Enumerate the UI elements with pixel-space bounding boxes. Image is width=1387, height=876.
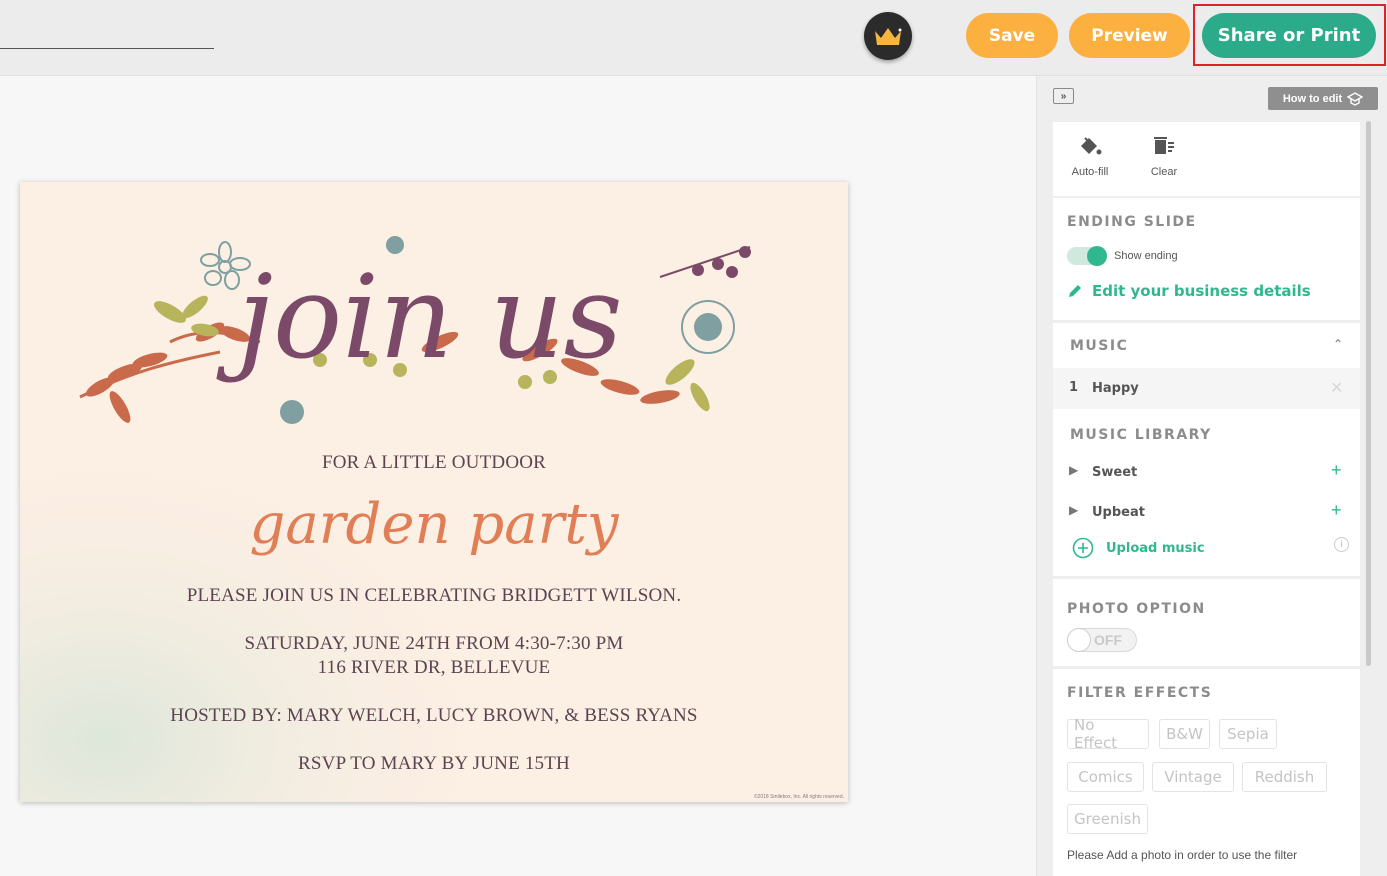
edit-business-label: Edit your business details bbox=[1092, 282, 1311, 300]
card-line-hosts[interactable]: HOSTED BY: MARY WELCH, LUCY BROWN, & BES… bbox=[20, 705, 848, 727]
photo-option-title: PHOTO OPTION bbox=[1067, 601, 1206, 617]
card-line-intro[interactable]: FOR A LITTLE OUTDOOR bbox=[20, 452, 848, 474]
ending-slide-section: ENDING SLIDE Show ending Edit your busin… bbox=[1053, 198, 1360, 320]
library-track-name: Upbeat bbox=[1092, 505, 1145, 520]
save-button[interactable]: Save bbox=[966, 13, 1058, 58]
add-track-icon[interactable]: + bbox=[1331, 500, 1342, 521]
upload-music-button[interactable]: Upload music bbox=[1072, 537, 1205, 559]
show-ending-toggle[interactable] bbox=[1067, 246, 1107, 266]
trash-list-icon bbox=[1154, 137, 1174, 154]
photo-option-toggle[interactable]: OFF bbox=[1067, 628, 1137, 652]
photo-option-section: PHOTO OPTION OFF bbox=[1053, 579, 1360, 666]
premium-crown-button[interactable] bbox=[864, 12, 912, 60]
library-item-sweet[interactable]: ▶ Sweet + bbox=[1053, 460, 1360, 485]
music-library-title: MUSIC LIBRARY bbox=[1070, 427, 1212, 443]
project-title-field[interactable] bbox=[0, 48, 214, 49]
show-ending-label: Show ending bbox=[1114, 250, 1178, 262]
upload-music-label: Upload music bbox=[1106, 540, 1205, 556]
filter-note: Please Add a photo in order to use the f… bbox=[1067, 848, 1298, 862]
tools-section: Auto-fill Clear bbox=[1053, 122, 1360, 196]
plus-circle-icon bbox=[1072, 537, 1094, 559]
share-or-print-button[interactable]: Share or Print bbox=[1202, 13, 1376, 58]
autofill-label: Auto-fill bbox=[1071, 166, 1109, 178]
how-to-edit-button[interactable]: How to edit bbox=[1268, 87, 1378, 110]
chevron-up-icon[interactable]: ⌃ bbox=[1333, 337, 1343, 351]
collapse-panel-button[interactable]: » bbox=[1053, 88, 1074, 104]
track-name: Happy bbox=[1092, 381, 1139, 396]
card-line-celebration[interactable]: PLEASE JOIN US IN CELEBRATING BRIDGETT W… bbox=[20, 585, 848, 607]
headline-text: join us bbox=[216, 251, 622, 385]
filter-sepia[interactable]: Sepia bbox=[1219, 719, 1277, 749]
filter-effects-section: FILTER EFFECTS No Effect B&W Sepia Comic… bbox=[1053, 669, 1360, 876]
edit-business-details-link[interactable]: Edit your business details bbox=[1067, 282, 1311, 300]
paint-bucket-icon bbox=[1081, 137, 1102, 155]
filter-vintage[interactable]: Vintage bbox=[1152, 762, 1234, 792]
add-track-icon[interactable]: + bbox=[1331, 460, 1342, 481]
library-item-upbeat[interactable]: ▶ Upbeat + bbox=[1053, 500, 1360, 525]
top-toolbar: Save Preview Share or Print bbox=[0, 0, 1387, 76]
filter-effects-title: FILTER EFFECTS bbox=[1067, 685, 1213, 701]
music-section: MUSIC ⌃ 1 Happy ✕ MUSIC LIBRARY ▶ Sweet … bbox=[1053, 323, 1360, 576]
clear-label: Clear bbox=[1150, 166, 1178, 178]
remove-track-icon[interactable]: ✕ bbox=[1330, 378, 1343, 398]
crown-icon bbox=[875, 28, 902, 45]
autofill-button[interactable]: Auto-fill bbox=[1063, 134, 1117, 178]
card-script-title[interactable]: garden party bbox=[20, 492, 848, 557]
play-icon[interactable]: ▶ bbox=[1069, 463, 1078, 477]
filter-comics[interactable]: Comics bbox=[1067, 762, 1144, 792]
ending-slide-title: ENDING SLIDE bbox=[1067, 214, 1197, 230]
card-line-address[interactable]: 116 RIVER DR, BELLEVUE bbox=[20, 657, 848, 679]
edit-panel: » How to edit Auto-fill Clear ENDING SLI… bbox=[1036, 76, 1387, 876]
selected-track-row[interactable]: 1 Happy ✕ bbox=[1053, 368, 1360, 409]
filter-bw[interactable]: B&W bbox=[1159, 719, 1210, 749]
toggle-state-label: OFF bbox=[1094, 632, 1122, 648]
invitation-card[interactable]: join us FOR A LITTLE OUTDOOR garden part… bbox=[20, 182, 848, 802]
graduation-cap-icon bbox=[1347, 91, 1364, 106]
filter-greenish[interactable]: Greenish bbox=[1067, 804, 1148, 834]
filter-reddish[interactable]: Reddish bbox=[1242, 762, 1327, 792]
play-icon[interactable]: ▶ bbox=[1069, 503, 1078, 517]
card-line-rsvp[interactable]: RSVP TO MARY BY JUNE 15TH bbox=[20, 753, 848, 775]
double-chevron-right-icon: » bbox=[1060, 90, 1067, 102]
clear-button[interactable]: Clear bbox=[1137, 134, 1191, 178]
library-track-name: Sweet bbox=[1092, 465, 1138, 480]
card-line-datetime[interactable]: SATURDAY, JUNE 24TH FROM 4:30-7:30 PM bbox=[20, 633, 848, 655]
track-index: 1 bbox=[1069, 380, 1079, 395]
panel-scrollbar[interactable] bbox=[1366, 121, 1371, 666]
copyright-text: ©2018 Smilebox, Inc. All rights reserved… bbox=[753, 794, 844, 800]
music-title: MUSIC bbox=[1070, 338, 1129, 354]
pencil-icon bbox=[1069, 285, 1081, 297]
how-to-edit-label: How to edit bbox=[1282, 92, 1343, 105]
filter-no-effect[interactable]: No Effect bbox=[1067, 716, 1149, 752]
preview-button[interactable]: Preview bbox=[1069, 13, 1190, 58]
info-icon[interactable]: i bbox=[1334, 537, 1349, 552]
